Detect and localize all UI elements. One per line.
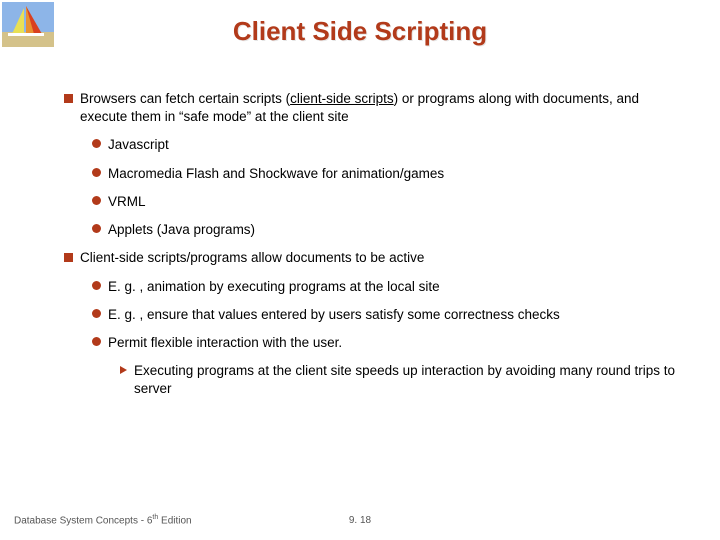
bullet-l2: Javascript bbox=[92, 136, 690, 154]
slide-content: Browsers can fetch certain scripts (clie… bbox=[64, 90, 690, 409]
text-underline: client-side scripts bbox=[290, 91, 394, 106]
slide-title: Client Side Scripting bbox=[0, 0, 720, 47]
bullet-l2: Permit flexible interaction with the use… bbox=[92, 334, 690, 352]
bullet-l2: E. g. , animation by executing programs … bbox=[92, 278, 690, 296]
bullet-l1: Browsers can fetch certain scripts (clie… bbox=[64, 90, 690, 126]
footer-text: Edition bbox=[158, 515, 191, 526]
bullet-l2: Macromedia Flash and Shockwave for anima… bbox=[92, 165, 690, 183]
sailboat-logo bbox=[2, 2, 54, 47]
footer-text: Database System Concepts - 6 bbox=[14, 515, 152, 526]
bullet-l3: Executing programs at the client site sp… bbox=[120, 362, 690, 398]
bullet-l1: Client-side scripts/programs allow docum… bbox=[64, 249, 690, 267]
bullet-l2: VRML bbox=[92, 193, 690, 211]
footer-page-number: 9. 18 bbox=[349, 515, 371, 526]
bullet-l2: Applets (Java programs) bbox=[92, 221, 690, 239]
footer-left: Database System Concepts - 6th Edition bbox=[14, 514, 192, 526]
bullet-l2: E. g. , ensure that values entered by us… bbox=[92, 306, 690, 324]
text: Browsers can fetch certain scripts ( bbox=[80, 91, 290, 106]
